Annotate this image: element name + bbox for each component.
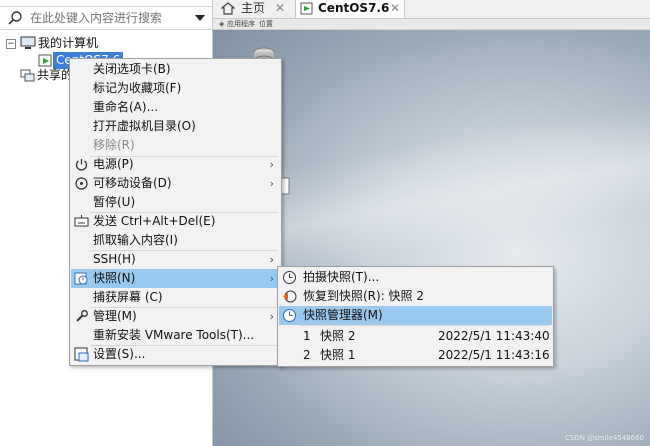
computer-icon [20, 36, 36, 49]
snapshot-manager-icon [283, 309, 296, 322]
snapshot-item[interactable]: 2 快照 1 2022/5/1 11:43:16 [279, 346, 552, 365]
shared-vms-icon [20, 69, 35, 82]
guest-top-bar: ◈ 应用程序 位置 [213, 19, 650, 30]
snapshot-icon [74, 272, 88, 285]
menu-send-ctrl-alt-del[interactable]: 发送 Ctrl+Alt+Del(E) [71, 212, 280, 231]
chevron-right-icon: › [269, 177, 274, 190]
menu-ssh[interactable]: SSH(H) › [71, 250, 280, 269]
snapshot-submenu: 拍摄快照(T)... 恢复到快照(R): 快照 2 快照管理器(M) 1 快照 … [277, 266, 554, 367]
menu-snapshot-manager[interactable]: 快照管理器(M) [279, 306, 552, 325]
power-icon [75, 159, 88, 171]
chevron-right-icon: › [269, 272, 274, 285]
chevron-right-icon: › [269, 310, 274, 323]
revert-icon [283, 290, 297, 303]
my-computer-label: 我的计算机 [38, 36, 99, 50]
chevron-right-icon: › [269, 253, 274, 266]
guest-places-menu[interactable]: 位置 [259, 19, 273, 29]
keyboard-icon [74, 215, 89, 227]
menu-separator [300, 325, 550, 326]
menu-settings[interactable]: 设置(S)... [71, 345, 280, 364]
menu-reinstall-vmware-tools[interactable]: 重新安装 VMware Tools(T)... [71, 326, 280, 345]
menu-remove[interactable]: 移除(R) [71, 136, 280, 155]
tab-home[interactable]: 主页 ✕ [219, 0, 291, 18]
tab-centos-label: CentOS7.6 [318, 1, 390, 15]
tab-bar: 主页 ✕ CentOS7.6 ✕ [213, 0, 650, 19]
menu-manage[interactable]: 管理(M) › [71, 307, 280, 326]
close-icon[interactable]: ✕ [390, 0, 400, 16]
tab-centos[interactable]: CentOS7.6 ✕ [295, 0, 405, 18]
vm-icon [38, 54, 52, 67]
vm-context-menu: 关闭选项卡(B) 标记为收藏项(F) 重命名(A)... 打开虚拟机目录(O) … [69, 58, 282, 366]
home-icon [221, 2, 235, 15]
chevron-right-icon: › [269, 158, 274, 171]
menu-take-snapshot[interactable]: 拍摄快照(T)... [279, 268, 552, 287]
menu-close-tab[interactable]: 关闭选项卡(B) [71, 60, 280, 79]
menu-mark-favorite[interactable]: 标记为收藏项(F) [71, 79, 280, 98]
menu-open-vm-directory[interactable]: 打开虚拟机目录(O) [71, 117, 280, 136]
vm-icon [300, 2, 313, 15]
settings-icon [74, 347, 89, 362]
menu-rename[interactable]: 重命名(A)... [71, 98, 280, 117]
snapshot-item[interactable]: 1 快照 2 2022/5/1 11:43:40 [279, 327, 552, 346]
tree-item-my-computer[interactable]: − 我的计算机 [4, 35, 209, 52]
shared-label: 共享的 [37, 68, 74, 82]
chevron-down-icon[interactable] [195, 15, 205, 21]
watermark: CSDN @smile4548660 [564, 434, 644, 442]
menu-snapshot[interactable]: 快照(N) › [71, 269, 280, 288]
close-icon[interactable]: ✕ [275, 0, 285, 16]
search-icon [8, 11, 22, 25]
tab-home-label: 主页 [241, 1, 266, 15]
library-search-input[interactable] [30, 9, 190, 26]
menu-grab-input[interactable]: 抓取输入内容(I) [71, 231, 280, 250]
guest-apps-menu[interactable]: 应用程序 [227, 19, 255, 29]
collapse-icon[interactable]: − [6, 39, 16, 49]
wrench-icon [76, 310, 88, 322]
removable-device-icon [75, 177, 88, 190]
menu-revert-snapshot[interactable]: 恢复到快照(R): 快照 2 [279, 287, 552, 306]
menu-capture-screen[interactable]: 捕获屏幕 (C) [71, 288, 280, 307]
library-search-bar [0, 6, 212, 30]
clock-icon [283, 271, 296, 284]
menu-removable-devices[interactable]: 可移动设备(D) › [71, 174, 280, 193]
menu-pause[interactable]: 暂停(U) [71, 193, 280, 212]
menu-power[interactable]: 电源(P) › [71, 155, 280, 174]
